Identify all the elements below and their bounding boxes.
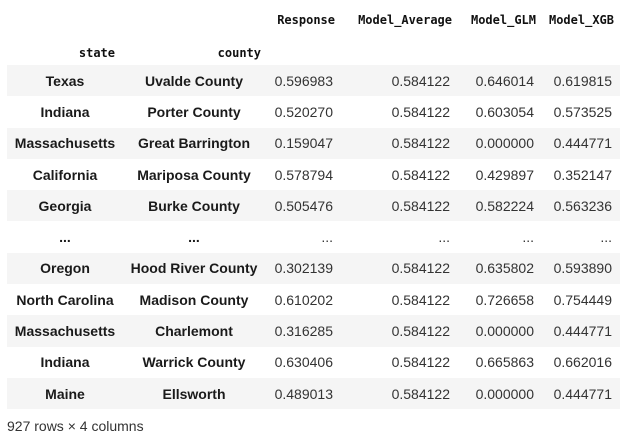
row-index-county: Hood River County [130, 260, 258, 277]
blank-header-cell [265, 40, 341, 65]
cell-model-glm: 0.429897 [475, 166, 534, 183]
cell-model-glm: 0.000000 [475, 135, 534, 152]
row-index-county: Burke County [148, 197, 240, 214]
dataframe-table: Response Model_Average Model_GLM Model_X… [7, 0, 620, 410]
table-header: Response Model_Average Model_GLM Model_X… [7, 0, 620, 65]
cell-model-xgb: 0.619815 [553, 72, 612, 89]
cell-response: ... [321, 229, 333, 246]
table-row: California Mariposa County 0.578794 0.58412… [7, 158, 620, 191]
row-index-state: Massachusetts [14, 323, 116, 340]
row-index-county: Charlemont [155, 323, 233, 340]
cell-model-average: 0.584122 [391, 103, 450, 120]
cell-model-xgb: 0.573525 [553, 103, 612, 120]
row-index-state: North Carolina [16, 291, 114, 308]
table-row: Texas Uvalde County 0.596983 0.584122 0.6460… [7, 65, 620, 97]
column-header-model-average: Model_Average [358, 13, 452, 27]
cell-model-xgb: 0.593890 [553, 260, 612, 277]
row-index-county: Great Barrington [137, 135, 250, 152]
table-row: Indiana Warrick County 0.630406 0.584122 0.6… [7, 346, 620, 378]
cell-model-average: 0.584122 [391, 135, 450, 152]
cell-model-xgb: 0.754449 [553, 291, 612, 308]
blank-header-cell [7, 0, 123, 40]
table-row: Massachusetts Great Barrington 0.159047 0.5… [7, 127, 620, 159]
row-index-county: Uvalde County [144, 72, 243, 89]
row-index-county: Ellsworth [162, 385, 226, 402]
table-row: North Carolina Madison County 0.610202 0.58… [7, 284, 620, 316]
column-header-response: Response [277, 13, 335, 27]
blank-header-cell [341, 40, 458, 65]
table-body: Texas Uvalde County 0.596983 0.584122 0.6460… [7, 65, 620, 410]
cell-model-glm: 0.000000 [475, 323, 534, 340]
row-index-state: Oregon [40, 260, 90, 277]
row-index-county: Porter County [147, 103, 241, 120]
row-index-county: Madison County [139, 291, 249, 308]
table-row: .................. [7, 221, 620, 253]
index-name-state: state [78, 45, 115, 60]
index-name-county: county [217, 45, 261, 60]
cell-response: 0.302139 [274, 260, 333, 277]
table-row: Indiana Porter County 0.520270 0.584122 0.60… [7, 96, 620, 128]
cell-model-glm: 0.665863 [475, 354, 534, 371]
cell-model-average: 0.584122 [391, 260, 450, 277]
cell-model-average: 0.584122 [391, 166, 450, 183]
row-index-state: Indiana [40, 103, 90, 120]
cell-model-average: 0.584122 [391, 385, 450, 402]
cell-model-glm: ... [522, 229, 534, 246]
cell-model-glm: 0.635802 [475, 260, 534, 277]
blank-header-cell [458, 40, 542, 65]
cell-model-average: 0.584122 [391, 323, 450, 340]
column-header-model-glm: Model_GLM [470, 13, 536, 27]
row-index-state: ... [59, 229, 71, 246]
table-row: Maine Ellsworth 0.489013 0.584122 0.000000 0.… [7, 377, 620, 410]
cell-model-glm: 0.582224 [475, 197, 534, 214]
cell-response: 0.316285 [274, 323, 333, 340]
cell-model-glm: 0.726658 [475, 291, 534, 308]
blank-header-cell [123, 0, 265, 40]
column-header-model-xgb: Model_XGB [548, 13, 614, 27]
cell-model-xgb: 0.444771 [553, 323, 612, 340]
row-index-county: ... [188, 229, 200, 246]
table-row: Massachusetts Charlemont 0.316285 0.584122 0… [7, 315, 620, 347]
cell-response: 0.578794 [274, 166, 333, 183]
cell-model-glm: 0.646014 [475, 72, 534, 89]
column-header-row: Response Model_Average Model_GLM Model_X… [7, 0, 620, 40]
row-index-county: Mariposa County [137, 166, 251, 183]
row-count-footer: 927 rows × 4 columns [7, 418, 144, 434]
cell-model-average: 0.584122 [391, 197, 450, 214]
row-index-state: Maine [45, 385, 85, 402]
cell-response: 0.630406 [274, 354, 333, 371]
table-row: Georgia Burke County 0.505476 0.584122 0.582… [7, 190, 620, 222]
cell-response: 0.159047 [274, 135, 333, 152]
cell-model-xgb: 0.563236 [553, 197, 612, 214]
table-row: Oregon Hood River County 0.302139 0.584122 0… [7, 252, 620, 285]
cell-model-average: ... [438, 229, 450, 246]
cell-response: 0.610202 [274, 291, 333, 308]
row-index-state: Massachusetts [14, 135, 116, 152]
cell-model-xgb: 0.352147 [553, 166, 612, 183]
cell-model-xgb: 0.662016 [553, 354, 612, 371]
cell-model-glm: 0.000000 [475, 385, 534, 402]
cell-model-average: 0.584122 [391, 354, 450, 371]
cell-model-average: 0.584122 [391, 291, 450, 308]
cell-model-xgb: 0.444771 [553, 135, 612, 152]
cell-response: 0.596983 [274, 72, 333, 89]
cell-response: 0.505476 [274, 197, 333, 214]
cell-response: 0.489013 [274, 385, 333, 402]
cell-model-xgb: ... [600, 229, 612, 246]
row-index-state: California [32, 166, 98, 183]
row-index-state: Texas [45, 72, 85, 89]
dataframe-output: Response Model_Average Model_GLM Model_X… [7, 0, 627, 410]
cell-model-average: 0.584122 [391, 72, 450, 89]
row-index-state: Georgia [38, 197, 92, 214]
index-name-row: state county [7, 40, 620, 65]
cell-model-xgb: 0.444771 [553, 385, 612, 402]
row-index-county: Warrick County [142, 354, 246, 371]
cell-model-glm: 0.603054 [475, 103, 534, 120]
blank-header-cell [542, 40, 620, 65]
cell-response: 0.520270 [274, 103, 333, 120]
row-index-state: Indiana [40, 354, 90, 371]
